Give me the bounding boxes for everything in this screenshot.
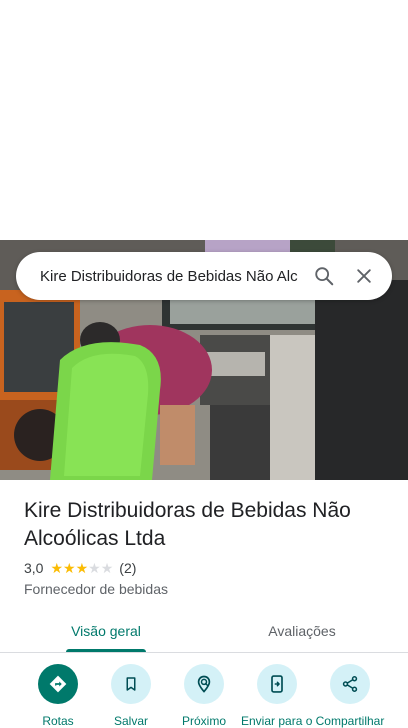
search-input[interactable]: Kire Distribuidoras de Bebidas Não Alcoó… <box>40 268 298 285</box>
clear-search-button[interactable] <box>344 256 384 296</box>
directions-circle <box>38 664 78 704</box>
place-tabs: Visão geral Avaliações <box>0 610 408 652</box>
share-button[interactable]: Compartilhar <box>314 664 386 728</box>
directions-label: Rotas <box>42 714 74 728</box>
rating-stars: ★ ★ ★ ★ ★ <box>50 560 113 576</box>
nearby-label: Próximo <box>181 714 226 728</box>
close-icon <box>357 269 371 283</box>
directions-button[interactable]: Rotas <box>22 664 94 728</box>
send-to-phone-circle <box>257 664 297 704</box>
search-icon <box>315 267 334 286</box>
star-empty-icon: ★ <box>100 560 114 576</box>
place-title: Kire Distribuidoras de Bebidas Não Alcoó… <box>24 499 351 550</box>
review-count: (2) <box>119 560 137 576</box>
save-circle <box>111 664 151 704</box>
directions-icon <box>49 675 67 693</box>
action-buttons: Rotas Salvar Próximo Enviar para o smart… <box>0 664 408 728</box>
tab-overview-label: Visão geral <box>71 623 141 639</box>
share-circle <box>330 664 370 704</box>
save-button[interactable]: Salvar <box>95 664 167 728</box>
tab-overview[interactable]: Visão geral <box>66 610 146 652</box>
blank-area <box>0 0 408 240</box>
tab-reviews[interactable]: Avaliações <box>262 610 342 652</box>
star-filled-icon: ★ <box>50 560 64 576</box>
send-to-phone-icon <box>271 675 283 693</box>
rating-value: 3,0 <box>24 560 44 576</box>
place-category[interactable]: Fornecedor de bebidas <box>24 581 168 597</box>
bookmark-icon <box>126 677 136 691</box>
tabs-divider <box>0 652 408 653</box>
share-icon <box>342 676 358 692</box>
save-label: Salvar <box>113 714 148 728</box>
send-to-phone-button[interactable]: Enviar para o smartphone <box>241 664 313 728</box>
send-to-phone-label: Enviar para o smartphone <box>241 714 313 728</box>
rating-row[interactable]: 3,0 ★ ★ ★ ★ ★ (2) <box>24 560 136 576</box>
search-button[interactable] <box>304 256 344 296</box>
nearby-circle <box>184 664 224 704</box>
nearby-icon <box>197 675 211 693</box>
tab-reviews-label: Avaliações <box>268 623 336 639</box>
share-label: Compartilhar <box>315 714 385 728</box>
star-filled-icon: ★ <box>75 560 89 576</box>
star-empty-icon: ★ <box>88 560 101 576</box>
star-filled-icon: ★ <box>63 560 76 576</box>
nearby-button[interactable]: Próximo <box>168 664 240 728</box>
search-bar[interactable]: Kire Distribuidoras de Bebidas Não Alcoó… <box>16 252 392 300</box>
